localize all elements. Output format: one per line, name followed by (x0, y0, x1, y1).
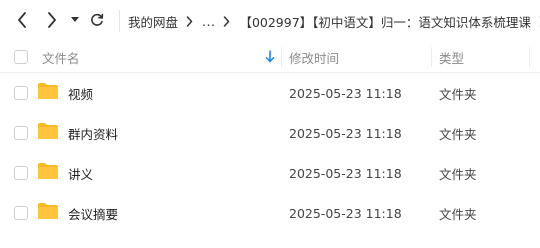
file-modified-time: 2025-05-23 11:18 (289, 165, 402, 181)
toolbar-divider (119, 10, 120, 32)
file-list-header: 文件名 修改时间 类型 (0, 41, 540, 73)
file-row[interactable]: 会议摘要 2025-05-23 11:18 文件夹 (0, 193, 540, 233)
breadcrumb-separator-icon (186, 15, 193, 27)
chevron-right-icon (48, 12, 56, 28)
toolbar: 我的网盘 ... 【002997】【初中语文】归一：语文知识体系梳理课 (0, 0, 540, 40)
breadcrumb-item-collapsed[interactable]: ... (202, 14, 215, 29)
file-name: 讲义 (68, 166, 94, 182)
column-header-modified[interactable]: 修改时间 (289, 41, 339, 73)
file-name: 视频 (68, 86, 94, 102)
file-type: 文件夹 (439, 126, 477, 142)
file-name: 群内资料 (68, 126, 119, 142)
row-checkbox[interactable] (14, 166, 28, 180)
file-row[interactable]: 群内资料 2025-05-23 11:18 文件夹 (0, 113, 540, 153)
file-modified-time: 2025-05-23 11:18 (289, 125, 402, 141)
chevron-left-icon (18, 12, 26, 28)
file-row[interactable]: 视频 2025-05-23 11:18 文件夹 (0, 73, 540, 113)
refresh-button[interactable] (88, 10, 106, 30)
refresh-icon (91, 13, 104, 26)
caret-down-icon (71, 17, 79, 22)
file-browser: 我的网盘 ... 【002997】【初中语文】归一：语文知识体系梳理课 文件名 … (0, 0, 540, 248)
file-modified-time: 2025-05-23 11:18 (289, 85, 402, 101)
forward-button[interactable] (43, 10, 61, 30)
breadcrumb-item-current[interactable]: 【002997】【初中语文】归一：语文知识体系梳理课 (239, 12, 530, 31)
column-divider[interactable] (431, 47, 432, 67)
folder-icon (38, 83, 58, 99)
folder-icon (38, 163, 58, 179)
folder-icon (38, 203, 58, 219)
column-header-type[interactable]: 类型 (439, 41, 464, 73)
file-type: 文件夹 (439, 206, 477, 222)
file-row[interactable]: 讲义 2025-05-23 11:18 文件夹 (0, 153, 540, 193)
back-button[interactable] (13, 10, 31, 30)
row-checkbox[interactable] (14, 206, 28, 220)
row-checkbox[interactable] (14, 86, 28, 100)
column-divider[interactable] (281, 47, 282, 67)
row-checkbox[interactable] (14, 126, 28, 140)
file-type: 文件夹 (439, 86, 477, 102)
file-type: 文件夹 (439, 166, 477, 182)
column-divider[interactable] (529, 47, 530, 67)
breadcrumb-separator-icon (223, 15, 230, 27)
sort-down-arrow-icon[interactable] (264, 50, 276, 64)
select-all-checkbox[interactable] (14, 50, 28, 64)
file-modified-time: 2025-05-23 11:18 (289, 205, 402, 221)
history-dropdown-button[interactable] (68, 10, 82, 30)
breadcrumb-item-root[interactable]: 我的网盘 (128, 12, 178, 31)
column-header-name[interactable]: 文件名 (42, 41, 80, 73)
folder-icon (38, 123, 58, 139)
file-name: 会议摘要 (68, 206, 119, 222)
breadcrumb: 我的网盘 ... 【002997】【初中语文】归一：语文知识体系梳理课 (128, 10, 540, 32)
